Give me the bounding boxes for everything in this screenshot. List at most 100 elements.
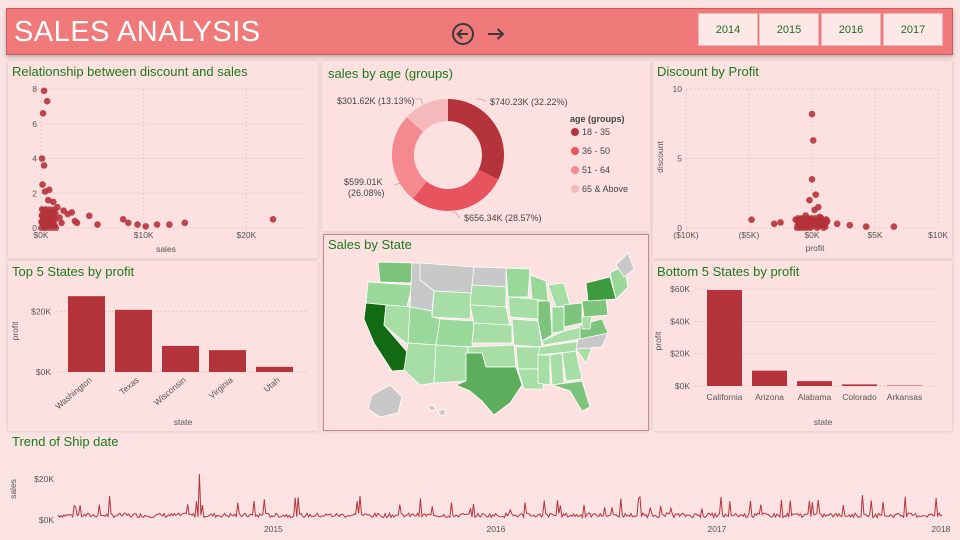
scatter-point bbox=[806, 196, 813, 204]
state-north-dakota bbox=[471, 266, 507, 288]
scatter-point bbox=[94, 221, 101, 228]
state-oregon bbox=[365, 281, 413, 308]
y-tick-label: 10 bbox=[673, 84, 683, 94]
bottom5-panel: Bottom 5 States by profit $0K $20K $40K $60… bbox=[653, 261, 952, 431]
legend-label: 65 & Above bbox=[582, 184, 628, 194]
y-tick-label: $40K bbox=[670, 316, 690, 326]
scatter-point bbox=[269, 216, 277, 223]
scatter-point bbox=[833, 220, 841, 228]
state-wisconsin bbox=[529, 274, 549, 302]
scatter-point bbox=[808, 176, 816, 183]
scatter-point bbox=[44, 222, 51, 229]
scatter-point bbox=[846, 221, 854, 229]
legend-swatch bbox=[571, 185, 579, 193]
scatter-point bbox=[890, 223, 898, 230]
state-indiana bbox=[551, 306, 565, 334]
scatter-point bbox=[812, 191, 820, 198]
y-tick-label: 5 bbox=[677, 154, 682, 164]
pie-slice bbox=[412, 169, 499, 212]
legend-label: 36 - 50 bbox=[582, 146, 610, 156]
x-axis-label: profit bbox=[806, 243, 826, 253]
x-tick-label: 2018 bbox=[931, 524, 950, 534]
state-hawaii bbox=[427, 404, 437, 412]
year-button-2016[interactable]: 2016 bbox=[821, 13, 881, 46]
y-tick-label: $0K bbox=[39, 515, 54, 525]
x-tick-label: Utah bbox=[262, 375, 282, 394]
scatter-point bbox=[38, 155, 46, 162]
discount-profit-scatter[interactable]: 0510($10K) ($5K) $0K $5K $10K discount profi… bbox=[653, 61, 952, 258]
y-tick-label: $0K bbox=[675, 381, 690, 391]
scatter-point bbox=[85, 212, 93, 220]
state-alaska bbox=[367, 384, 403, 418]
x-tick-label: Arizona bbox=[755, 392, 784, 402]
y-axis-label: discount bbox=[655, 141, 665, 173]
x-tick-label: Texas bbox=[117, 375, 140, 397]
state-minnesota bbox=[505, 267, 531, 298]
state-florida bbox=[551, 380, 591, 412]
state-ohio bbox=[563, 302, 583, 328]
x-tick-label: $0K bbox=[33, 230, 48, 240]
x-axis-label: sales bbox=[156, 244, 176, 254]
scatter-point bbox=[44, 196, 52, 204]
y-axis-label: profit bbox=[10, 321, 20, 341]
legend-label: 18 - 35 bbox=[582, 127, 610, 137]
bar bbox=[162, 345, 199, 372]
bar bbox=[752, 370, 787, 386]
slice-label-18-35: $740.23K (32.22%) bbox=[490, 97, 568, 107]
scatter-point bbox=[73, 219, 81, 227]
legend-swatch bbox=[571, 128, 579, 136]
x-tick-label: 2017 bbox=[707, 524, 726, 534]
state-mississippi bbox=[537, 354, 551, 386]
x-tick-label: Virginia bbox=[207, 375, 235, 401]
sales-trend-line bbox=[57, 474, 943, 520]
x-tick-label: $20K bbox=[236, 230, 256, 240]
scatter-point bbox=[44, 216, 51, 223]
scatter-point bbox=[53, 225, 60, 231]
bottom5-bar-chart[interactable]: $0K $20K $40K $60K California Arizona Alabama… bbox=[653, 261, 952, 431]
y-tick-label: 4 bbox=[32, 154, 37, 164]
ship-date-line-chart[interactable]: $0K $20K 2015 2016 2017 2018 sales bbox=[8, 431, 952, 536]
scatter-point bbox=[862, 223, 870, 230]
discount-sales-scatter[interactable]: 02468$0K$10K$20K discount sales bbox=[8, 61, 318, 258]
state-pennsylvania bbox=[581, 298, 609, 318]
state-wyoming bbox=[431, 290, 473, 320]
slice-label-51-64-value: $599.01K bbox=[344, 177, 383, 187]
year-button-2017[interactable]: 2017 bbox=[883, 13, 943, 46]
bar bbox=[707, 290, 742, 386]
state-arizona bbox=[403, 342, 437, 386]
pie-slice bbox=[448, 99, 504, 180]
scatter-point bbox=[166, 221, 173, 228]
state-iowa bbox=[507, 296, 539, 320]
slice-label-65-above: $301.62K (13.13%) bbox=[337, 96, 415, 106]
scatter-point bbox=[39, 110, 47, 117]
top5-bar-chart[interactable]: $0K $20K Washington Texas Wisconsin Virginia… bbox=[8, 261, 318, 431]
scatter-point bbox=[142, 222, 150, 230]
y-tick-label: $20K bbox=[31, 306, 51, 316]
x-tick-label: ($5K) bbox=[739, 230, 760, 240]
state-missouri bbox=[511, 318, 543, 348]
scatter-point bbox=[39, 181, 46, 188]
year-button-2014[interactable]: 2014 bbox=[698, 13, 758, 46]
scatter-point bbox=[181, 219, 189, 227]
us-map[interactable] bbox=[324, 235, 650, 432]
scatter-point bbox=[41, 188, 49, 195]
scatter-point bbox=[52, 216, 59, 223]
y-tick-label: 2 bbox=[32, 188, 37, 198]
year-button-2015[interactable]: 2015 bbox=[759, 13, 819, 46]
scatter-point bbox=[809, 221, 816, 228]
x-tick-label: $5K bbox=[867, 230, 882, 240]
state-nebraska bbox=[469, 304, 511, 326]
y-axis-label: profit bbox=[653, 331, 663, 351]
arrow-right-icon[interactable] bbox=[484, 21, 510, 47]
bar bbox=[115, 309, 152, 372]
circle-arrow-left-icon[interactable] bbox=[450, 21, 476, 47]
scatter-point bbox=[43, 97, 51, 105]
state-south-dakota bbox=[469, 284, 507, 308]
age-donut-chart[interactable]: $740.23K (32.22%) $656.34K (28.57%) $599… bbox=[322, 61, 650, 231]
legend-label: 51 - 64 bbox=[582, 165, 610, 175]
discount-sales-panel: Relationship between discount and sales … bbox=[8, 61, 318, 258]
x-axis-label: state bbox=[814, 417, 833, 427]
trend-panel: Trend of Ship date $0K $20K 2015 2016 2017 20… bbox=[8, 431, 952, 536]
y-tick-label: 8 bbox=[32, 84, 37, 94]
state-washington bbox=[377, 261, 415, 284]
